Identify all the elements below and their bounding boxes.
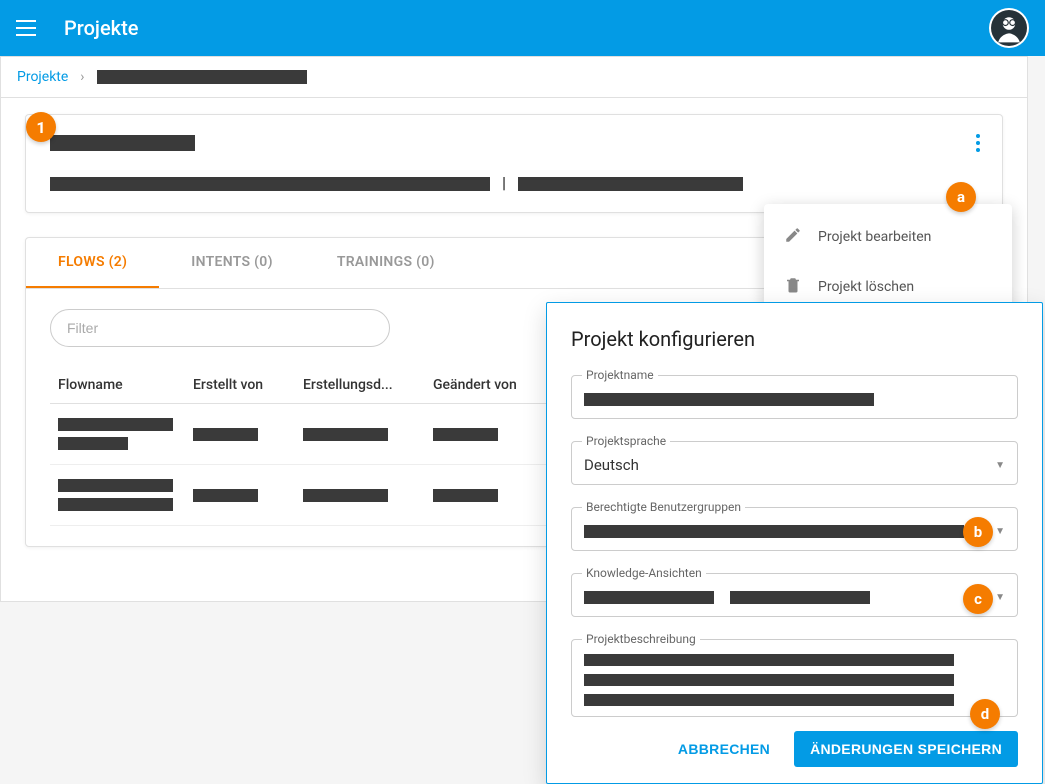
callout-d: d	[970, 699, 1000, 729]
top-bar: Projekte	[0, 0, 1045, 56]
trash-icon	[784, 276, 802, 298]
project-meta-2	[518, 177, 743, 191]
save-button[interactable]: ÄNDERUNGEN SPEICHERN	[794, 731, 1018, 767]
menu-icon[interactable]	[16, 16, 40, 40]
filter-input[interactable]	[50, 309, 390, 347]
col-createdat[interactable]: Erstellungsd...	[295, 367, 425, 404]
value-language: Deutsch	[584, 456, 639, 474]
project-header-card: |	[25, 114, 1003, 213]
field-projectname[interactable]: Projektname	[571, 375, 1018, 419]
meta-separator: |	[502, 173, 506, 192]
col-flowname[interactable]: Flowname	[50, 367, 185, 404]
tab-flows[interactable]: FLOWS (2)	[26, 238, 159, 288]
cancel-button[interactable]: ABBRECHEN	[666, 731, 782, 767]
callout-1: 1	[26, 112, 56, 142]
field-usergroups[interactable]: Berechtigte Benutzergruppen ▼	[571, 507, 1018, 551]
col-createdby[interactable]: Erstellt von	[185, 367, 295, 404]
breadcrumb-current	[97, 70, 307, 84]
breadcrumb: Projekte ›	[1, 57, 1027, 98]
chevron-right-icon: ›	[80, 69, 84, 85]
menu-item-edit-label: Projekt bearbeiten	[818, 229, 931, 245]
page-title: Projekte	[64, 16, 138, 40]
label-usergroups: Berechtigte Benutzergruppen	[582, 500, 745, 514]
dialog-title: Projekt konfigurieren	[571, 327, 1018, 351]
menu-item-edit[interactable]: Projekt bearbeiten	[764, 212, 1012, 262]
label-language: Projektsprache	[582, 434, 670, 448]
pencil-icon	[784, 226, 802, 248]
breadcrumb-root[interactable]: Projekte	[17, 69, 68, 85]
callout-a: a	[946, 182, 976, 212]
label-description: Projektbeschreibung	[582, 632, 700, 646]
label-views: Knowledge-Ansichten	[582, 566, 706, 580]
more-icon[interactable]	[966, 131, 990, 155]
field-description[interactable]: Projektbeschreibung	[571, 639, 1018, 717]
menu-item-delete-label: Projekt löschen	[818, 279, 914, 295]
callout-c: c	[963, 584, 993, 614]
callout-b: b	[963, 517, 993, 547]
dropdown-icon: ▼	[995, 592, 1005, 603]
field-views[interactable]: Knowledge-Ansichten ▼	[571, 573, 1018, 617]
avatar[interactable]	[989, 8, 1029, 48]
dropdown-icon: ▼	[995, 526, 1005, 537]
dropdown-icon: ▼	[995, 460, 1005, 471]
project-meta-1	[50, 177, 490, 191]
label-projectname: Projektname	[582, 368, 658, 382]
tab-trainings[interactable]: TRAININGS (0)	[305, 238, 467, 288]
tab-intents[interactable]: INTENTS (0)	[159, 238, 305, 288]
field-language[interactable]: Projektsprache Deutsch ▼	[571, 441, 1018, 485]
project-title	[50, 135, 195, 151]
